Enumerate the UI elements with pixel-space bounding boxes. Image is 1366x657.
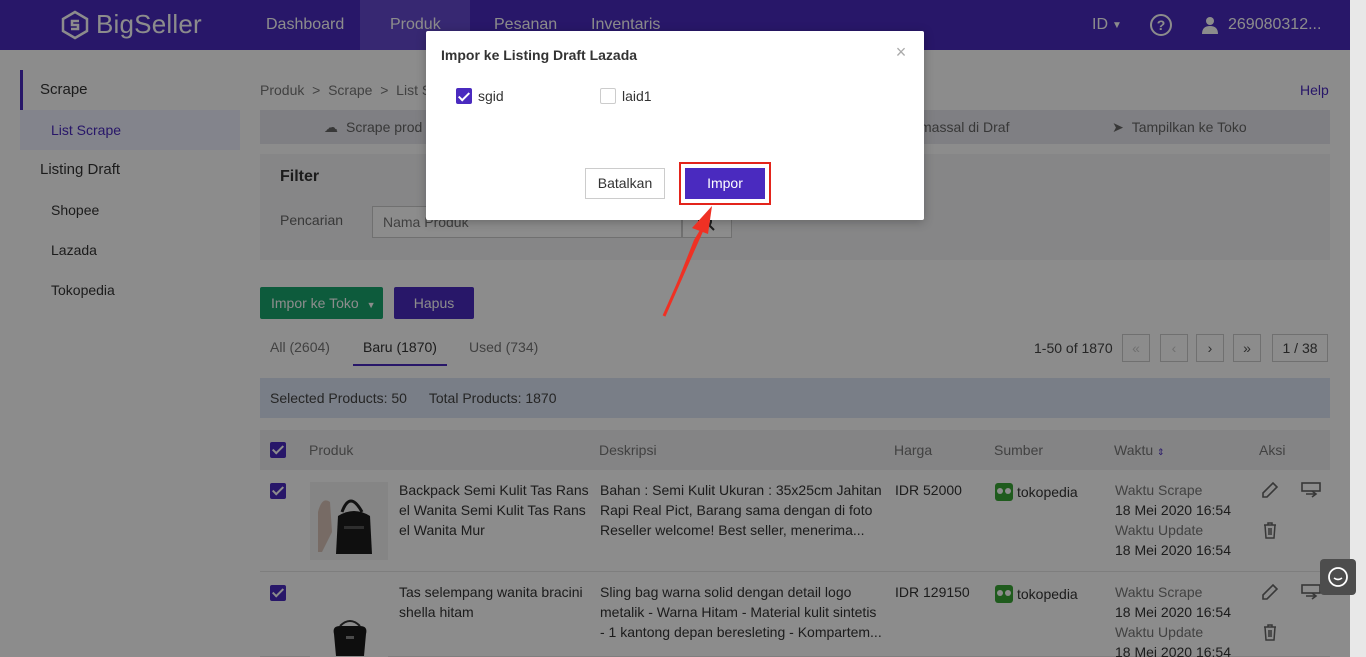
import-draft-dialog: Impor ke Listing Draft Lazada × sgid lai… [426, 31, 924, 220]
checkbox[interactable] [600, 88, 616, 104]
annotation-arrow [662, 206, 712, 317]
store-label: laid1 [622, 88, 652, 104]
dialog-title: Impor ke Listing Draft Lazada [441, 47, 638, 63]
checkbox[interactable] [456, 88, 472, 104]
close-icon[interactable]: × [893, 43, 909, 61]
chat-icon [1328, 567, 1348, 587]
import-button[interactable]: Impor [685, 168, 765, 199]
chat-button[interactable] [1320, 559, 1356, 595]
store-option-sgid[interactable]: sgid [456, 88, 504, 104]
store-label: sgid [478, 88, 504, 104]
store-option-laid1[interactable]: laid1 [600, 88, 652, 104]
cancel-button[interactable]: Batalkan [585, 168, 665, 199]
